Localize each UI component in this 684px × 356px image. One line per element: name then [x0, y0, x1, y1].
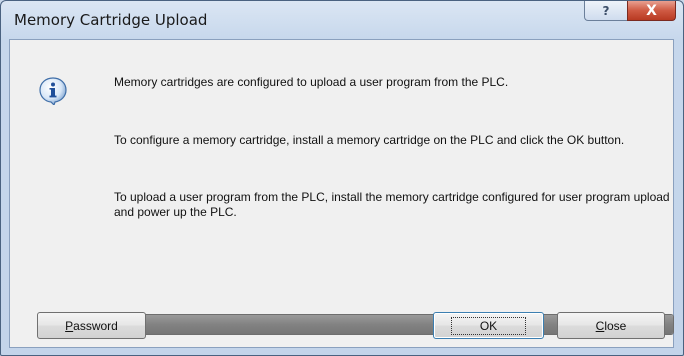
password-label: assword: [73, 318, 118, 333]
dialog-window: Memory Cartridge Upload ? X Memory cartr…: [0, 0, 684, 356]
password-access-key: P: [65, 318, 74, 333]
message-line-3: To upload a user program from the PLC, i…: [114, 190, 670, 219]
close-button[interactable]: Close: [557, 312, 665, 339]
password-button[interactable]: Password: [37, 312, 146, 339]
message-line-1: Memory cartridges are configured to uplo…: [114, 75, 509, 89]
close-label: lose: [604, 318, 627, 333]
ok-button[interactable]: OK: [433, 312, 544, 339]
title-bar[interactable]: Memory Cartridge Upload ? X: [1, 1, 683, 39]
message-line-2: To configure a memory cartridge, install…: [114, 133, 625, 147]
info-icon: [39, 77, 67, 105]
help-icon: ?: [602, 3, 610, 18]
help-button[interactable]: ?: [584, 1, 628, 21]
close-icon: X: [646, 2, 657, 19]
window-title: Memory Cartridge Upload: [14, 11, 208, 29]
dialog-content: Memory cartridges are configured to uplo…: [9, 39, 674, 348]
close-window-button[interactable]: X: [627, 1, 676, 21]
ok-label: OK: [450, 316, 527, 335]
